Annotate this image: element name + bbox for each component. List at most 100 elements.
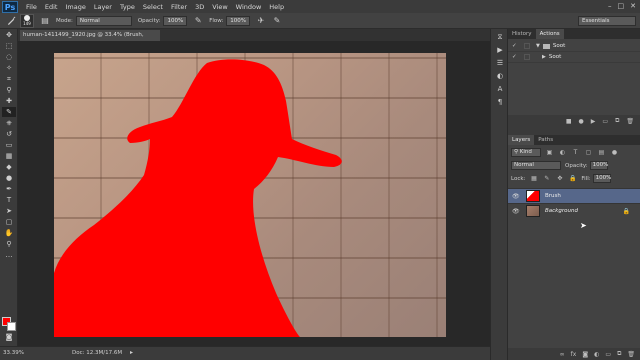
brush-panel-icon[interactable]: ▤ — [40, 16, 50, 26]
gradient-tool-icon[interactable]: ▦ — [2, 151, 16, 161]
adjustment-filter-icon[interactable]: ◐ — [558, 148, 567, 157]
lock-position-icon[interactable]: ✥ — [555, 174, 564, 183]
visibility-eye-icon[interactable]: 👁 — [512, 193, 522, 200]
brush-tool-icon[interactable] — [6, 16, 16, 26]
adjustments-panel-icon[interactable]: ◐ — [494, 71, 506, 81]
action-check-icon[interactable]: ✓ — [512, 54, 518, 60]
tab-paths[interactable]: Paths — [534, 135, 557, 145]
workspace-switcher[interactable]: Essentials — [578, 16, 636, 26]
menu-file[interactable]: File — [26, 3, 37, 11]
menu-window[interactable]: Window — [236, 3, 262, 11]
record-icon[interactable]: ● — [579, 118, 584, 125]
character-panel-icon[interactable]: A — [494, 84, 506, 94]
smart-object-filter-icon[interactable]: ▤ — [597, 148, 606, 157]
zoom-tool-icon[interactable]: ⚲ — [2, 239, 16, 249]
menu-edit[interactable]: Edit — [45, 3, 58, 11]
filter-toggle-icon[interactable]: ● — [610, 148, 619, 157]
dodge-tool-icon[interactable]: ● — [2, 173, 16, 183]
maximize-button[interactable]: □ — [618, 2, 625, 10]
menu-help[interactable]: Help — [269, 3, 284, 11]
document-tab[interactable]: human-1411499_1920.jpg @ 33.4% (Brush, R… — [20, 30, 160, 49]
lock-pixels-icon[interactable]: ✎ — [542, 174, 551, 183]
menu-select[interactable]: Select — [143, 3, 163, 11]
visibility-eye-icon[interactable]: 👁 — [512, 208, 522, 215]
layer-filter-kind[interactable]: ⚲ Kind — [511, 148, 541, 157]
type-tool-icon[interactable]: T — [2, 195, 16, 205]
healing-tool-icon[interactable]: ✚ — [2, 96, 16, 106]
link-layers-icon[interactable]: ∞ — [560, 351, 565, 358]
move-tool-icon[interactable]: ✥ — [2, 30, 16, 40]
menu-layer[interactable]: Layer — [94, 3, 112, 11]
menu-filter[interactable]: Filter — [171, 3, 187, 11]
pressure-opacity-icon[interactable]: ✎ — [193, 16, 203, 26]
stop-recording-icon[interactable]: ■ — [566, 118, 572, 125]
hand-tool-icon[interactable]: ✋ — [2, 228, 16, 238]
delete-layer-icon[interactable]: 🗑 — [627, 351, 635, 358]
paragraph-panel-icon[interactable]: ¶ — [494, 97, 506, 107]
action-check-icon[interactable]: ✓ — [512, 43, 518, 49]
history-panel-icon[interactable]: ⧖ — [494, 32, 506, 42]
action-set-row[interactable]: ✓ ▼ Soot — [508, 41, 640, 52]
new-layer-icon[interactable]: ⧉ — [617, 350, 621, 358]
type-filter-icon[interactable]: T — [571, 148, 580, 157]
shape-filter-icon[interactable]: ▢ — [584, 148, 593, 157]
pressure-size-icon[interactable]: ✎ — [272, 16, 282, 26]
document-canvas[interactable] — [54, 53, 446, 337]
delete-action-icon[interactable]: 🗑 — [626, 118, 634, 125]
menu-type[interactable]: Type — [120, 3, 135, 11]
tab-actions[interactable]: Actions — [535, 29, 564, 39]
layer-row-background[interactable]: 👁 Background 🔒 — [508, 203, 640, 218]
quick-select-tool-icon[interactable]: ✧ — [2, 63, 16, 73]
properties-panel-icon[interactable]: ☰ — [494, 58, 506, 68]
new-set-icon[interactable]: ▭ — [602, 118, 608, 125]
lasso-tool-icon[interactable]: ◌ — [2, 52, 16, 62]
dialog-toggle[interactable] — [524, 43, 530, 49]
layer-row-brush[interactable]: 👁 Brush — [508, 188, 640, 203]
history-brush-tool-icon[interactable]: ↺ — [2, 129, 16, 139]
add-mask-icon[interactable]: ◙ — [582, 351, 588, 358]
dialog-toggle[interactable] — [524, 54, 530, 60]
mode-select[interactable]: Normal — [75, 15, 132, 26]
opacity-field[interactable]: 100% — [163, 15, 188, 26]
brush-preset-picker[interactable]: 149 — [20, 13, 34, 28]
lock-transparent-icon[interactable]: ▦ — [529, 174, 538, 183]
minimize-button[interactable]: – — [608, 2, 612, 10]
layer-opacity-field[interactable]: 100% — [589, 161, 608, 170]
quick-mask-icon[interactable]: ◙ — [2, 332, 16, 342]
menu-3d[interactable]: 3D — [195, 3, 204, 11]
status-menu-arrow-icon[interactable]: ▸ — [130, 349, 133, 356]
layer-style-icon[interactable]: fx — [571, 351, 577, 358]
blur-tool-icon[interactable]: ◆ — [2, 162, 16, 172]
background-color-swatch[interactable] — [7, 322, 16, 331]
new-adjustment-icon[interactable]: ◐ — [594, 351, 599, 358]
pixel-filter-icon[interactable]: ▣ — [545, 148, 554, 157]
pen-tool-icon[interactable]: ✒ — [2, 184, 16, 194]
close-button[interactable]: ✕ — [630, 2, 636, 10]
crop-tool-icon[interactable]: ⌗ — [2, 74, 16, 84]
shape-tool-icon[interactable]: ▢ — [2, 217, 16, 227]
fill-field[interactable]: 100% — [592, 174, 611, 183]
new-action-icon[interactable]: ⧉ — [615, 117, 619, 125]
flow-field[interactable]: 100% — [226, 15, 251, 26]
path-select-tool-icon[interactable]: ➤ — [2, 206, 16, 216]
action-row[interactable]: ✓ ▶ Soot — [508, 52, 640, 63]
actions-panel-icon[interactable]: ▶ — [494, 45, 506, 55]
tab-history[interactable]: History — [508, 29, 536, 39]
airbrush-icon[interactable]: ✈ — [256, 16, 266, 26]
zoom-level[interactable]: 33.39% — [3, 350, 24, 356]
clone-stamp-tool-icon[interactable]: ⎈ — [2, 118, 16, 128]
new-group-icon[interactable]: ▭ — [605, 351, 611, 358]
brush-tool-icon[interactable]: ✎ — [2, 107, 16, 117]
play-icon[interactable]: ▶ — [591, 118, 596, 125]
color-swatches[interactable] — [2, 317, 16, 331]
menu-image[interactable]: Image — [65, 3, 85, 11]
more-tools-icon[interactable]: … — [2, 250, 16, 260]
blend-mode-select[interactable]: Normal — [511, 161, 561, 170]
marquee-tool-icon[interactable]: ⬚ — [2, 41, 16, 51]
tab-layers[interactable]: Layers — [508, 135, 535, 145]
expand-caret-icon[interactable]: ▼ — [536, 43, 540, 49]
menu-view[interactable]: View — [212, 3, 227, 11]
eyedropper-tool-icon[interactable]: ⚲ — [2, 85, 16, 95]
collapse-caret-icon[interactable]: ▶ — [542, 54, 546, 60]
eraser-tool-icon[interactable]: ▭ — [2, 140, 16, 150]
